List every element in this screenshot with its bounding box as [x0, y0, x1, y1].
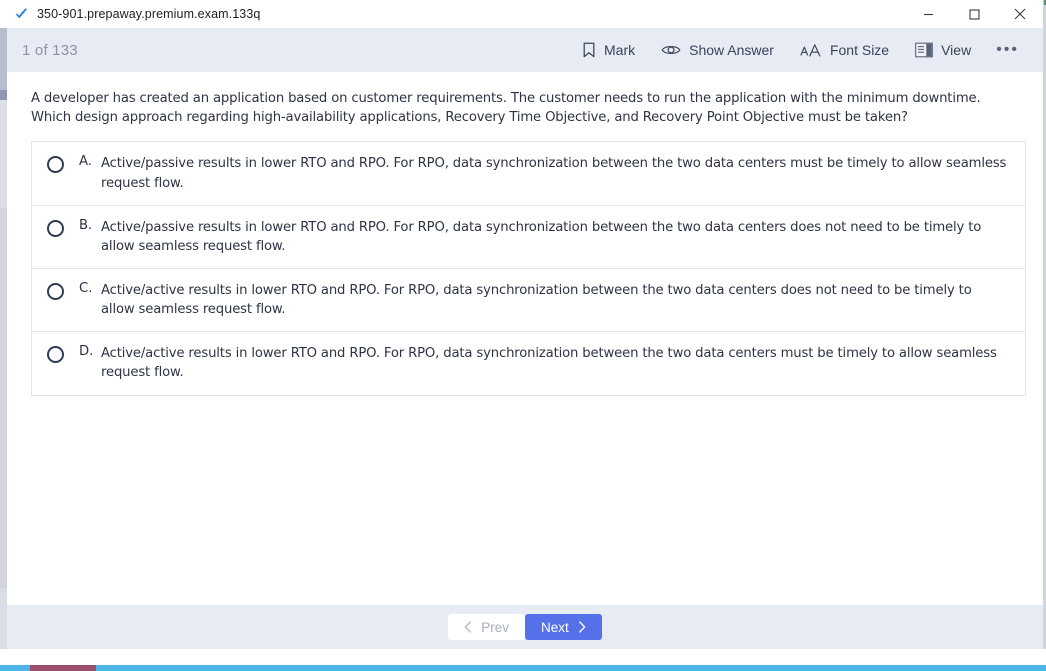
chevron-right-icon [578, 621, 586, 633]
option-text-c: Active/active results in lower RTO and R… [101, 283, 972, 318]
font-size-icon [800, 43, 822, 58]
show-answer-label: Show Answer [689, 42, 774, 58]
maximize-icon[interactable] [951, 0, 997, 28]
question-counter: 1 of 133 [22, 41, 78, 59]
window-title: 350-901.prepaway.premium.exam.133q [37, 7, 261, 21]
answer-option-c[interactable]: C. Active/active results in lower RTO an… [32, 268, 1025, 332]
taskbar-sliver [0, 665, 1046, 671]
radio-button-d[interactable] [47, 346, 64, 364]
background-window-left-edge [0, 28, 7, 649]
mark-label: Mark [604, 42, 636, 58]
next-label: Next [541, 619, 569, 635]
radio-button-a[interactable] [47, 156, 64, 174]
next-button[interactable]: Next [525, 614, 602, 640]
option-letter-c: C. [79, 281, 93, 297]
option-text-a: Active/passive results in lower RTO and … [101, 156, 1007, 191]
option-letter-b: B. [79, 217, 93, 233]
question-text: A developer has created an application b… [31, 91, 981, 125]
chevron-left-icon [464, 621, 472, 633]
toolbar-actions: Mark Show Answer Font Size View ••• [569, 37, 1033, 63]
navigation-footer: Prev Next [7, 605, 1043, 649]
option-text-b: Active/passive results in lower RTO and … [101, 219, 982, 254]
answer-options-panel: A. Active/passive results in lower RTO a… [31, 141, 1026, 396]
taskbar-accent [30, 665, 96, 671]
font-size-label: Font Size [829, 42, 890, 58]
more-options-button[interactable]: ••• [984, 37, 1033, 63]
prev-label: Prev [481, 619, 509, 635]
prev-button[interactable]: Prev [448, 614, 525, 640]
window-controls [905, 0, 1043, 28]
radio-button-c[interactable] [47, 283, 64, 301]
mark-button[interactable]: Mark [569, 37, 648, 63]
close-icon[interactable] [997, 0, 1043, 28]
show-answer-button[interactable]: Show Answer [648, 37, 787, 63]
exam-application-window: 350-901.prepaway.premium.exam.133q 1 of … [7, 0, 1043, 649]
toolbar: 1 of 133 Mark Show Answer Font Size View… [7, 28, 1043, 72]
answer-option-d[interactable]: D. Active/active results in lower RTO an… [32, 331, 1025, 395]
question-content-area: A developer has created an application b… [7, 72, 1043, 605]
view-layout-icon [915, 42, 933, 58]
view-label: View [941, 42, 972, 58]
eye-icon [661, 43, 681, 57]
answer-option-b[interactable]: B. Active/passive results in lower RTO a… [32, 204, 1025, 269]
view-button[interactable]: View [902, 37, 984, 63]
option-text-d: Active/active results in lower RTO and R… [101, 346, 997, 381]
option-letter-d: D. [79, 344, 94, 360]
font-size-button[interactable]: Font Size [787, 37, 902, 63]
checkmark-icon [13, 6, 29, 22]
minimize-icon[interactable] [905, 0, 951, 28]
option-letter-a: A. [79, 154, 92, 170]
title-bar: 350-901.prepaway.premium.exam.133q [7, 0, 1043, 28]
answer-option-a[interactable]: A. Active/passive results in lower RTO a… [32, 142, 1025, 205]
bookmark-icon [582, 42, 596, 58]
radio-button-b[interactable] [47, 219, 64, 237]
